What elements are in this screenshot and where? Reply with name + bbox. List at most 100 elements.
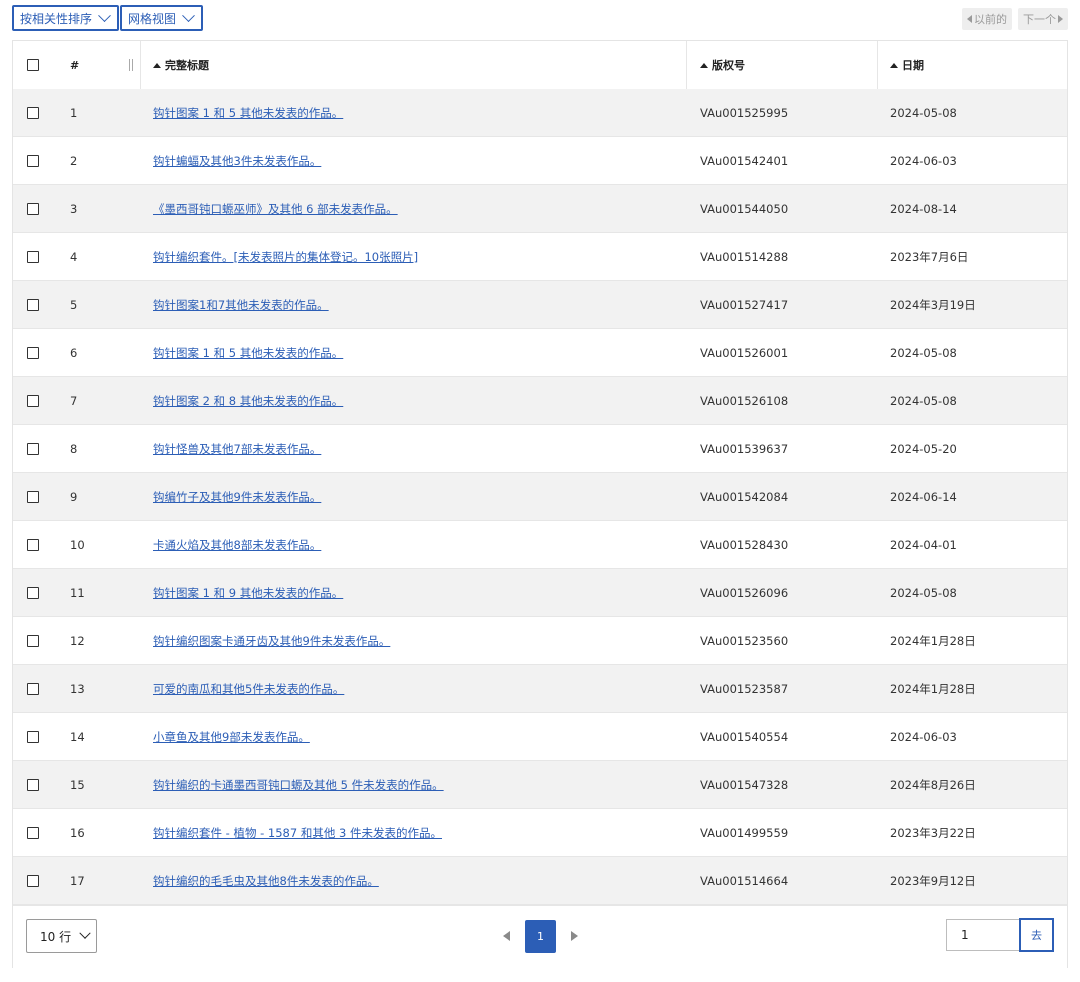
row-title-cell: 钩针怪兽及其他7部未发表作品。 [153,425,321,472]
row-checkbox[interactable] [27,634,39,647]
row-title-cell: 小章鱼及其他9部未发表作品。 [153,713,310,760]
row-title-cell: 卡通火焰及其他8部未发表作品。 [153,521,321,568]
row-checkbox[interactable] [27,538,39,551]
row-registration-number: VAu001523560 [700,633,789,648]
prev-page-button[interactable]: 以前的 [962,8,1012,30]
next-page-button[interactable]: 下一个 [1018,8,1068,30]
row-checkbox[interactable] [27,298,39,311]
pagination-current-page[interactable]: 1 [525,920,556,953]
row-title-link[interactable]: 《墨西哥钝口螈巫师》及其他 6 部未发表作品。 [153,201,398,217]
row-registration-number: VAu001526096 [700,585,789,600]
row-registration-number: VAu001523587 [700,681,789,696]
row-checkbox[interactable] [27,490,39,503]
table-row: 17 钩针编织的毛毛虫及其他8件未发表的作品。 VAu001514664 2023年9… [13,857,1067,905]
table-row: 16 钩针编织套件 - 植物 - 1587 和其他 3 件未发表的作品。 VAu00… [13,809,1067,857]
row-number: 13 [70,681,85,696]
row-title-cell: 钩针蝙蝠及其他3件未发表作品。 [153,137,321,184]
col-reg-label: 版权号 [712,59,745,72]
pagination-next-icon[interactable] [571,931,578,941]
row-checkbox-cell [27,233,39,280]
row-title-link[interactable]: 钩针蝙蝠及其他3件未发表作品。 [153,153,321,169]
caret-right-icon [1058,15,1063,23]
row-title-link[interactable]: 钩针编织套件。[未发表照片的集体登记。10张照片] [153,249,418,265]
row-checkbox-cell [27,617,39,664]
row-checkbox[interactable] [27,874,39,887]
column-divider [140,41,141,89]
row-checkbox[interactable] [27,394,39,407]
goto-page-button[interactable]: 去 [1019,918,1054,952]
row-date: 2024-05-08 [890,585,957,600]
row-title-link[interactable]: 钩针编织套件 - 植物 - 1587 和其他 3 件未发表的作品。 [153,825,442,841]
rows-per-page-dropdown[interactable]: 10 行 [26,919,97,953]
table-row: 15 钩针编织的卡通墨西哥钝口螈及其他 5 件未发表的作品。 VAu00154732… [13,761,1067,809]
row-date: 2024年1月28日 [890,681,976,696]
row-checkbox-cell [27,521,39,568]
row-registration-number: VAu001527417 [700,297,789,312]
column-divider [877,41,878,89]
pagination-prev-icon[interactable] [503,931,510,941]
table-row: 7 钩针图案 2 和 8 其他未发表的作品。 VAu001526108 2024-05… [13,377,1067,425]
row-title-link[interactable]: 钩针图案 1 和 9 其他未发表的作品。 [153,585,343,601]
row-title-link[interactable]: 钩针编织图案卡通牙齿及其他9件未发表作品。 [153,633,390,649]
view-dropdown-label: 网格视图 [128,11,177,26]
row-title-link[interactable]: 钩编竹子及其他9件未发表作品。 [153,489,321,505]
row-number: 1 [70,105,78,120]
row-registration-number: VAu001539637 [700,441,789,456]
column-divider [686,41,687,89]
column-resize-handle[interactable] [129,59,133,71]
row-checkbox[interactable] [27,202,39,215]
row-checkbox[interactable] [27,730,39,743]
col-title-header[interactable]: 完整标题 [153,41,209,89]
row-checkbox[interactable] [27,826,39,839]
row-registration-number: VAu001542084 [700,489,789,504]
row-title-link[interactable]: 钩针图案 2 和 8 其他未发表的作品。 [153,393,343,409]
row-checkbox-cell [27,137,39,184]
col-reg-header[interactable]: 版权号 [700,41,745,89]
row-title-link[interactable]: 小章鱼及其他9部未发表作品。 [153,729,310,745]
row-checkbox[interactable] [27,778,39,791]
rows-per-page-label: 10 行 [40,929,72,944]
col-date-header[interactable]: 日期 [890,41,924,89]
row-number: 3 [70,201,78,216]
row-title-link[interactable]: 钩针编织的毛毛虫及其他8件未发表的作品。 [153,873,379,889]
goto-page-input[interactable] [946,919,1020,951]
table-row: 13 可爱的南瓜和其他5件未发表的作品。 VAu001523587 2024年1月28… [13,665,1067,713]
row-checkbox[interactable] [27,442,39,455]
row-title-link[interactable]: 钩针图案 1 和 5 其他未发表的作品。 [153,105,343,121]
row-checkbox-cell [27,761,39,808]
row-registration-number: VAu001528430 [700,537,789,552]
row-title-link[interactable]: 钩针图案1和7其他未发表的作品。 [153,297,329,313]
view-dropdown[interactable]: 网格视图 [120,5,204,31]
sort-up-icon [700,62,708,68]
row-checkbox[interactable] [27,682,39,695]
row-registration-number: VAu001540554 [700,729,789,744]
row-date: 2024-06-03 [890,153,957,168]
row-title-link[interactable]: 钩针怪兽及其他7部未发表作品。 [153,441,321,457]
row-number: 5 [70,297,78,312]
row-checkbox[interactable] [27,106,39,119]
row-registration-number: VAu001525995 [700,105,789,120]
row-number: 10 [70,537,85,552]
select-all-checkbox[interactable] [27,59,39,71]
row-checkbox[interactable] [27,346,39,359]
row-registration-number: VAu001544050 [700,201,789,216]
row-title-cell: 钩针图案 2 和 8 其他未发表的作品。 [153,377,343,424]
row-checkbox[interactable] [27,154,39,167]
row-registration-number: VAu001547328 [700,777,789,792]
row-title-link[interactable]: 钩针编织的卡通墨西哥钝口螈及其他 5 件未发表的作品。 [153,777,444,793]
col-title-label: 完整标题 [165,59,209,72]
row-date: 2024-06-03 [890,729,957,744]
row-date: 2024年8月26日 [890,777,976,792]
row-date: 2023年9月12日 [890,873,976,888]
row-checkbox[interactable] [27,250,39,263]
row-checkbox-cell [27,377,39,424]
row-date: 2023年3月22日 [890,825,976,840]
row-date: 2024-06-14 [890,489,957,504]
sort-dropdown[interactable]: 按相关性排序 [12,5,120,31]
row-title-link[interactable]: 卡通火焰及其他8部未发表作品。 [153,537,321,553]
row-title-link[interactable]: 可爱的南瓜和其他5件未发表的作品。 [153,681,344,697]
table-footer: 10 行 1 去 [13,905,1067,968]
row-title-link[interactable]: 钩针图案 1 和 5 其他未发表的作品。 [153,345,343,361]
table-row: 12 钩针编织图案卡通牙齿及其他9件未发表作品。 VAu001523560 2024年… [13,617,1067,665]
row-checkbox[interactable] [27,586,39,599]
